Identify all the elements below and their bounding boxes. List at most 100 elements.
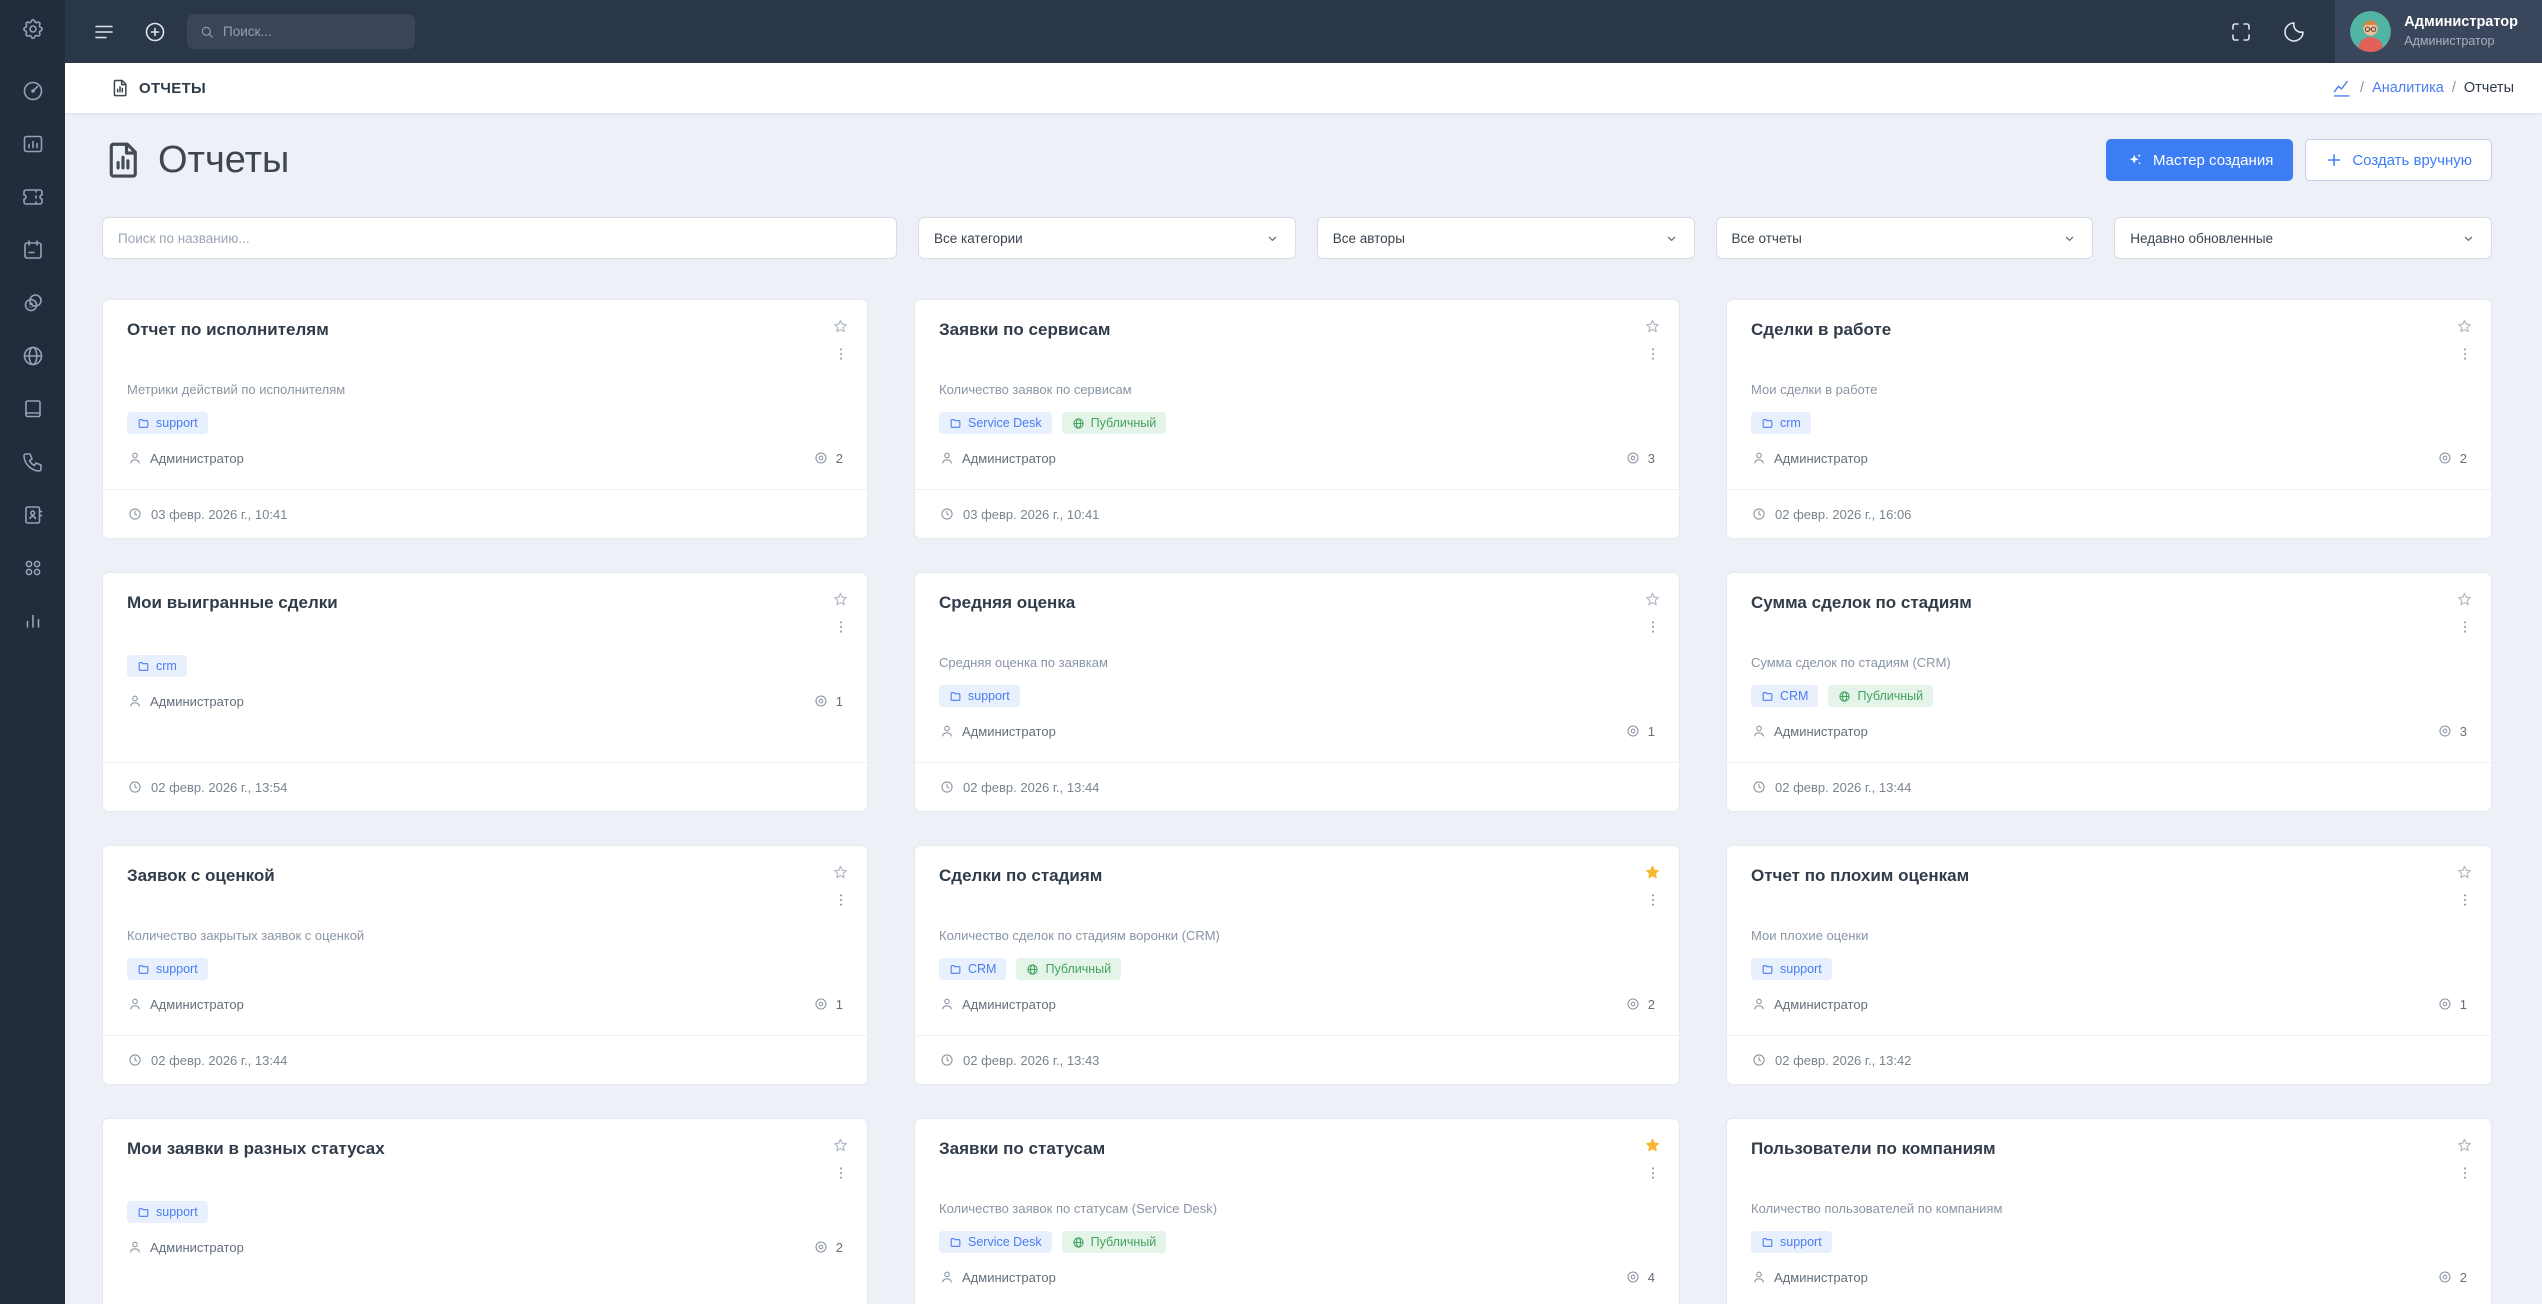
filter-sort-select[interactable]: Недавно обновленные <box>2114 217 2492 259</box>
report-search-input[interactable] <box>118 231 881 246</box>
folder-icon <box>137 660 150 673</box>
favorite-star-icon[interactable] <box>831 317 850 336</box>
report-card[interactable]: Заявки по сервисам Количество заявок по … <box>914 299 1680 539</box>
report-card[interactable]: Отчет по плохим оценкам Мои плохие оценк… <box>1726 845 2492 1085</box>
global-search-input[interactable] <box>223 24 403 39</box>
report-card-author: Администратор <box>1774 1270 1868 1285</box>
sidebar-item-apps[interactable] <box>21 556 45 580</box>
favorite-star-icon[interactable] <box>2455 317 2474 336</box>
sidebar-item-calendar[interactable] <box>21 238 45 262</box>
page-title: Отчеты <box>158 139 289 182</box>
report-card[interactable]: Заявки по статусам Количество заявок по … <box>914 1118 1680 1304</box>
card-menu-dots-icon[interactable] <box>2457 346 2473 362</box>
favorite-star-icon[interactable] <box>2455 863 2474 882</box>
author-person-icon <box>1751 1269 1767 1285</box>
card-menu-dots-icon[interactable] <box>1645 619 1661 635</box>
report-card[interactable]: Сделки по стадиям Количество сделок по с… <box>914 845 1680 1085</box>
sidebar-item-analytics[interactable] <box>21 609 45 633</box>
report-tag[interactable]: CRM <box>939 958 1006 980</box>
folder-icon <box>949 417 962 430</box>
user-menu[interactable]: Администратор Администратор <box>2335 0 2542 63</box>
card-menu-dots-icon[interactable] <box>1645 1165 1661 1181</box>
sidebar-item-tickets[interactable] <box>21 185 45 209</box>
sidebar-item-reports[interactable] <box>21 132 45 156</box>
report-tag[interactable]: Service Desk <box>939 412 1052 434</box>
analytics-chart-icon[interactable] <box>2331 78 2352 99</box>
sidebar-item-dashboard[interactable] <box>21 79 45 103</box>
favorite-star-icon[interactable] <box>1643 590 1662 609</box>
contacts-icon <box>21 503 45 527</box>
report-tag[interactable]: CRM <box>1751 685 1818 707</box>
report-card[interactable]: Средняя оценка Средняя оценка по заявкам… <box>914 572 1680 812</box>
report-tag[interactable]: Service Desk <box>939 1231 1052 1253</box>
sidebar-item-contacts[interactable] <box>21 503 45 527</box>
clock-icon <box>1751 779 1767 795</box>
report-card[interactable]: Отчет по исполнителям Метрики действий п… <box>102 299 868 539</box>
author-person-icon <box>939 450 955 466</box>
sidebar-item-knowledge[interactable] <box>21 397 45 421</box>
report-card-author: Администратор <box>1774 451 1868 466</box>
report-card[interactable]: Пользователи по компаниям Количество пол… <box>1726 1118 2492 1304</box>
card-menu-dots-icon[interactable] <box>2457 1165 2473 1181</box>
report-card[interactable]: Мои выигранные сделки crm Администратор … <box>102 572 868 812</box>
favorite-star-icon[interactable] <box>1643 863 1662 882</box>
menu-toggle-icon[interactable] <box>92 20 116 44</box>
report-tag[interactable]: crm <box>127 655 187 677</box>
report-tag[interactable]: Публичный <box>1016 958 1121 980</box>
favorite-star-icon[interactable] <box>1643 1136 1662 1155</box>
chevron-down-icon <box>1265 231 1280 246</box>
breadcrumb-separator: / <box>2360 80 2364 96</box>
report-card[interactable]: Сделки в работе Мои сделки в работе crm … <box>1726 299 2492 539</box>
analytics-icon <box>21 609 45 633</box>
sidebar-item-globe[interactable] <box>21 344 45 368</box>
report-card[interactable]: Сумма сделок по стадиям Сумма сделок по … <box>1726 572 2492 812</box>
report-card-views: 2 <box>1648 997 1655 1012</box>
report-tag[interactable]: support <box>127 958 208 980</box>
sidebar-item-settings[interactable] <box>21 17 45 41</box>
card-menu-dots-icon[interactable] <box>2457 892 2473 908</box>
favorite-star-icon[interactable] <box>2455 590 2474 609</box>
report-tag[interactable]: support <box>939 685 1020 707</box>
breadcrumb-link-analytics[interactable]: Аналитика <box>2372 80 2444 96</box>
report-tag[interactable]: support <box>1751 958 1832 980</box>
card-menu-dots-icon[interactable] <box>2457 619 2473 635</box>
card-menu-dots-icon[interactable] <box>833 1165 849 1181</box>
favorite-star-icon[interactable] <box>2455 1136 2474 1155</box>
report-card[interactable]: Мои заявки в разных статусах support Адм… <box>102 1118 868 1304</box>
report-tag[interactable]: crm <box>1751 412 1811 434</box>
favorite-star-icon[interactable] <box>831 590 850 609</box>
card-menu-dots-icon[interactable] <box>833 619 849 635</box>
report-card-views: 1 <box>1648 724 1655 739</box>
report-search-field[interactable] <box>102 217 897 259</box>
filter-authors-select[interactable]: Все авторы <box>1317 217 1695 259</box>
report-tag[interactable]: support <box>127 412 208 434</box>
magic-wand-icon <box>2126 151 2144 169</box>
wizard-create-button[interactable]: Мастер создания <box>2106 139 2293 181</box>
report-tag[interactable]: Публичный <box>1062 1231 1167 1253</box>
favorite-star-icon[interactable] <box>1643 317 1662 336</box>
fullscreen-icon[interactable] <box>2229 20 2253 44</box>
favorite-star-icon[interactable] <box>831 1136 850 1155</box>
card-menu-dots-icon[interactable] <box>1645 346 1661 362</box>
card-menu-dots-icon[interactable] <box>1645 892 1661 908</box>
manual-create-button[interactable]: Создать вручную <box>2305 139 2492 181</box>
report-tag[interactable]: support <box>1751 1231 1832 1253</box>
report-card[interactable]: Заявок с оценкой Количество закрытых зая… <box>102 845 868 1085</box>
report-tag[interactable]: Публичный <box>1828 685 1933 707</box>
reports-grid: Отчет по исполнителям Метрики действий п… <box>102 299 2492 1304</box>
filter-reports-select[interactable]: Все отчеты <box>1716 217 2094 259</box>
card-menu-dots-icon[interactable] <box>833 346 849 362</box>
report-card-description: Средняя оценка по заявкам <box>939 655 1655 670</box>
filter-categories-select[interactable]: Все категории <box>918 217 1296 259</box>
report-tag[interactable]: Публичный <box>1062 412 1167 434</box>
global-search[interactable] <box>187 14 415 49</box>
dark-mode-moon-icon[interactable] <box>2282 20 2306 44</box>
sidebar-item-phone[interactable] <box>21 450 45 474</box>
favorite-star-icon[interactable] <box>831 863 850 882</box>
report-tag[interactable]: support <box>127 1201 208 1223</box>
sidebar-item-finance[interactable]: S <box>21 291 45 315</box>
settings-icon <box>21 17 45 41</box>
author-person-icon <box>1751 996 1767 1012</box>
card-menu-dots-icon[interactable] <box>833 892 849 908</box>
quick-add-icon[interactable] <box>143 20 167 44</box>
